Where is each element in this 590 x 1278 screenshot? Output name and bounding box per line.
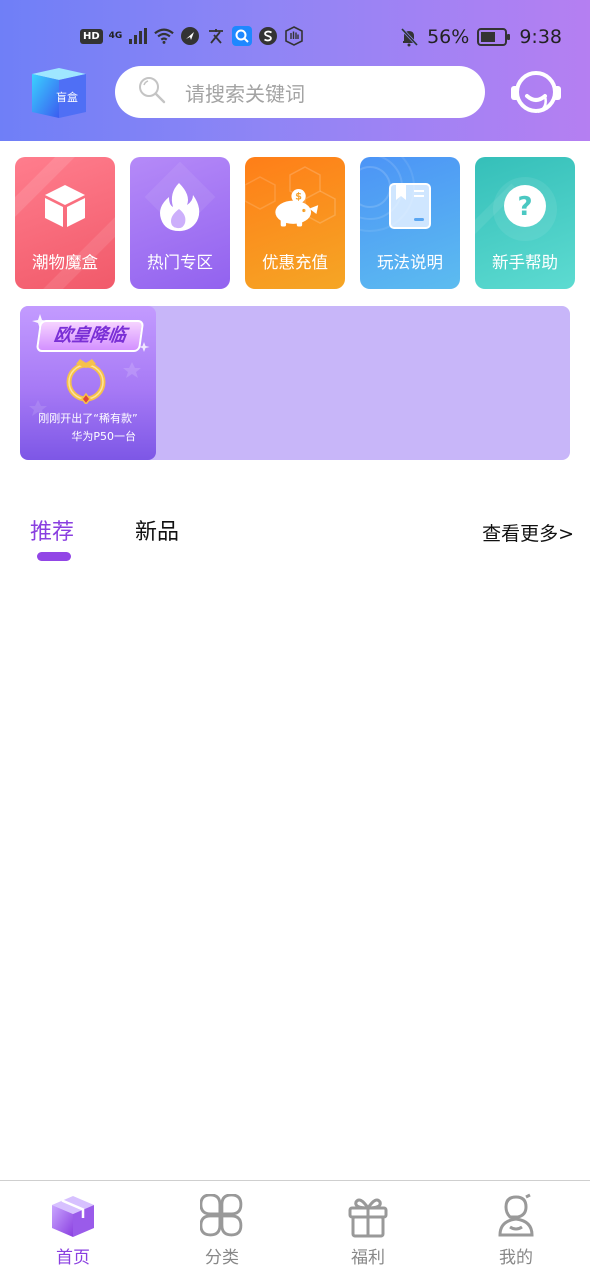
- bottom-nav: 首页 分类 福利 我的: [0, 1180, 590, 1278]
- nav-welfare[interactable]: 福利: [323, 1193, 413, 1268]
- search-icon: [137, 75, 167, 109]
- nav-label: 我的: [499, 1248, 533, 1268]
- tile-label: 潮物魔盒: [32, 253, 98, 272]
- tile-gameplay-guide[interactable]: 玩法说明: [360, 157, 460, 289]
- banner-title: 欧皇降临: [35, 320, 145, 352]
- piggy-bank-icon: $: [270, 181, 320, 231]
- see-more-link[interactable]: 查看更多>: [482, 519, 574, 546]
- wifi-icon: [154, 26, 175, 46]
- tile-trendy-box[interactable]: 潮物魔盒: [15, 157, 115, 289]
- search-bar[interactable]: 请搜索关键词: [115, 66, 485, 118]
- nav-profile[interactable]: 我的: [471, 1193, 561, 1268]
- battery-percent: 56%: [427, 26, 470, 48]
- category-icon: [199, 1193, 245, 1239]
- active-tab-indicator: [37, 552, 71, 561]
- tile-label: 玩法说明: [377, 253, 443, 272]
- home-box-icon: [50, 1193, 96, 1239]
- location-app-icon: [180, 26, 200, 46]
- hd-badge: HD: [80, 28, 103, 44]
- translate-app-icon: [206, 26, 226, 46]
- network-label: 4G: [108, 31, 123, 41]
- mute-bell-icon: [399, 27, 419, 47]
- box-icon: [40, 181, 90, 231]
- book-icon: [385, 181, 435, 231]
- category-tiles: 潮物魔盒 热门专区 $ 优惠充值 玩法说明 ? 新手帮助: [15, 157, 575, 289]
- header: HD 4G 56% 9:38 盲盒 请搜索关键词: [0, 0, 590, 141]
- nav-home[interactable]: 首页: [28, 1193, 118, 1268]
- clock: 9:38: [519, 26, 562, 48]
- nav-label: 福利: [351, 1248, 385, 1268]
- tile-beginner-help[interactable]: ? 新手帮助: [475, 157, 575, 289]
- banner-line1: 刚刚开出了“稀有款”: [38, 412, 138, 425]
- logo-text: 盲盒: [56, 91, 78, 104]
- tile-label: 优惠充值: [262, 253, 328, 272]
- flame-icon: [155, 181, 205, 231]
- status-bar: HD 4G 56% 9:38: [0, 18, 590, 54]
- svg-text:?: ?: [517, 192, 532, 222]
- s-app-icon: [258, 26, 278, 46]
- tab-recommend[interactable]: 推荐: [30, 514, 74, 546]
- winner-card[interactable]: 欧皇降临 刚刚开出了“稀有款” 华为P50一台: [20, 306, 156, 460]
- customer-service-icon[interactable]: [508, 64, 564, 120]
- tile-label: 新手帮助: [492, 253, 558, 272]
- promo-banner[interactable]: 欧皇降临 刚刚开出了“稀有款” 华为P50一台: [20, 306, 570, 460]
- banner-line2: 华为P50一台: [71, 430, 136, 443]
- gift-icon: [345, 1193, 391, 1239]
- search-app-icon: [232, 26, 253, 46]
- crown-ring-icon: [62, 356, 110, 406]
- nav-label: 分类: [205, 1248, 239, 1268]
- signal-icon: [128, 26, 148, 46]
- tab-new-products[interactable]: 新品: [135, 514, 179, 546]
- nav-category[interactable]: 分类: [177, 1193, 267, 1268]
- svg-text:$: $: [295, 192, 302, 203]
- search-placeholder: 请搜索关键词: [185, 81, 305, 106]
- tile-hot-zone[interactable]: 热门专区: [130, 157, 230, 289]
- tile-discount-recharge[interactable]: $ 优惠充值: [245, 157, 345, 289]
- profile-icon: [493, 1193, 539, 1239]
- hand-app-icon: [284, 26, 304, 46]
- blind-box-logo[interactable]: 盲盒: [26, 66, 92, 120]
- battery-icon: [477, 27, 511, 47]
- tile-label: 热门专区: [147, 253, 213, 272]
- help-icon: ?: [500, 181, 550, 231]
- nav-label: 首页: [56, 1248, 90, 1268]
